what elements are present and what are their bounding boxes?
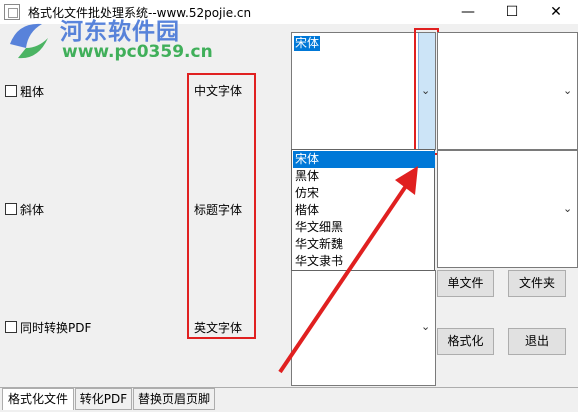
- folder-button[interactable]: 文件夹: [508, 270, 566, 297]
- watermark-url: www.pc0359.cn: [62, 42, 213, 62]
- convert-pdf-label[interactable]: 同时转换PDF: [20, 319, 91, 336]
- single-file-button[interactable]: 单文件: [437, 270, 494, 297]
- chinese-size-combo[interactable]: [437, 32, 578, 150]
- italic-label[interactable]: 斜体: [20, 201, 44, 218]
- minimize-button[interactable]: —: [446, 0, 490, 24]
- bold-label[interactable]: 粗体: [20, 83, 44, 100]
- chevron-down-icon: ⌄: [563, 84, 573, 97]
- exit-button[interactable]: 退出: [508, 328, 566, 355]
- tab-replace-header-footer[interactable]: 替换页眉页脚: [133, 388, 215, 410]
- convert-pdf-checkbox[interactable]: [5, 321, 17, 333]
- tab-convert-pdf[interactable]: 转化PDF: [75, 388, 132, 410]
- title-size-combo[interactable]: [437, 150, 578, 268]
- chevron-down-icon: ⌄: [563, 202, 573, 215]
- bold-checkbox[interactable]: [5, 85, 17, 97]
- maximize-button[interactable]: ☐: [490, 0, 534, 24]
- tab-format-files[interactable]: 格式化文件: [2, 388, 74, 410]
- watermark-logo-icon: [10, 23, 48, 59]
- chinese-font-value: 宋体: [294, 36, 321, 51]
- italic-checkbox[interactable]: [5, 203, 17, 215]
- annotation-arrow-icon: [278, 166, 418, 374]
- dropdown-button-highlight: [414, 28, 439, 155]
- close-button[interactable]: ✕: [534, 0, 578, 24]
- labels-highlight-box: [187, 73, 256, 339]
- format-button[interactable]: 格式化: [437, 328, 494, 355]
- watermark-site-name: 河东软件园: [60, 19, 180, 45]
